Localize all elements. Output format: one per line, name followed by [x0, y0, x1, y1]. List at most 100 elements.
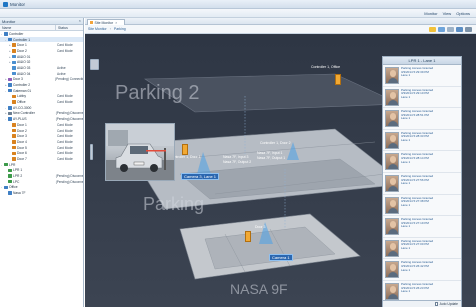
- tree-row-label: LPR 2: [13, 174, 23, 179]
- tree-row-name: - Controller 1: [0, 38, 56, 42]
- tree-row-label: Gateman 01: [13, 88, 32, 93]
- tree-row-status: Active: [57, 71, 66, 76]
- fullscreen-icon[interactable]: [456, 27, 463, 32]
- menu-view[interactable]: View: [443, 11, 452, 16]
- tree-row-status: Card Mode: [57, 139, 73, 144]
- tree-row-name: Office: [0, 100, 56, 104]
- lpr-event-line3: Lane 1: [401, 116, 411, 121]
- tree-row-name: Door 7: [0, 157, 56, 161]
- lpr-event-item[interactable]: Parking Access Granted 3/3/2014 5:29:39 P…: [383, 65, 461, 87]
- area-label-nasa-9f: NASA 9F: [230, 281, 288, 297]
- camera-label-1[interactable]: Camera 1: [269, 254, 293, 261]
- tree-row-status: Card Mode: [57, 122, 73, 127]
- panel-close-icon[interactable]: ×: [79, 18, 81, 23]
- tree-row-label: Nasa 7F: [13, 191, 26, 196]
- tree-row-label: Office: [9, 185, 18, 190]
- breadcrumb-site-monitor[interactable]: Site Monitor: [88, 27, 107, 31]
- tree-row-label: AI&IO 03: [17, 65, 31, 70]
- device-tree: - Controller - Controller 1 + Door 1 Card Mode…: [0, 31, 83, 196]
- tree-row-name: Nasa 7F: [0, 191, 56, 195]
- lpr-event-item[interactable]: Parking Access Granted 3/3/2014 5:29:10 P…: [383, 87, 461, 109]
- menu-options[interactable]: Options: [456, 11, 470, 16]
- office-door-icon[interactable]: [335, 74, 341, 85]
- tree-row-name: LPR 1: [0, 168, 56, 172]
- lpr-event-line3: Lane 1: [401, 73, 411, 78]
- device-icon: [12, 140, 16, 144]
- tree-row-name: Door 2: [0, 129, 56, 133]
- column-status[interactable]: Status: [56, 25, 68, 30]
- tree-row-status: (Pending) Disconne: [55, 117, 83, 122]
- lpr-event-text: Parking Access Granted 3/3/2014 5:26:23 P…: [401, 282, 433, 294]
- tree-row-label: Controller 2: [13, 83, 31, 88]
- device-icon: [12, 134, 16, 138]
- lpr-event-item[interactable]: Parking Access Granted 3/3/2014 5:27:56 P…: [383, 173, 461, 195]
- device-icon: [12, 49, 16, 53]
- auto-update-checkbox[interactable]: [434, 302, 439, 306]
- menu-monitor[interactable]: Monitor: [424, 11, 437, 16]
- device-icon: [12, 60, 16, 65]
- driver-photo: [385, 196, 399, 214]
- lpr-event-item[interactable]: Parking Access Granted 3/3/2014 5:27:19 P…: [383, 216, 461, 238]
- zoom-slider[interactable]: [90, 144, 93, 160]
- lpr-event-item[interactable]: Parking Access Granted 3/3/2014 5:28:51 P…: [383, 108, 461, 130]
- tab-label: Site Monitor: [94, 20, 114, 25]
- label-output-2: Nasa 7F, Output 2: [223, 160, 252, 164]
- tree-row-label: LPR 1: [13, 168, 23, 173]
- lpr-event-line3: Lane 1: [401, 202, 411, 207]
- lpr-event-line3: Lane 1: [401, 245, 411, 250]
- lpr-event-text: Parking Access Granted 3/3/2014 5:29:39 P…: [401, 66, 433, 78]
- tree-row-name: Lobby: [0, 94, 56, 98]
- device-icon: [12, 123, 16, 127]
- map-canvas[interactable]: Parking 2 Parking NASA 9F Controller 1, …: [85, 34, 476, 307]
- tab-bar: Site Monitor ×: [85, 18, 476, 25]
- title-bar: Monitor: [0, 0, 476, 9]
- lpr-event-line3: Lane 1: [401, 224, 411, 229]
- lpr-event-item[interactable]: Parking Access Granted 3/3/2014 5:28:33 P…: [383, 130, 461, 152]
- tree-row-status: Card Mode: [57, 100, 73, 105]
- lpr-event-text: Parking Access Granted 3/3/2014 5:28:14 P…: [401, 153, 433, 164]
- tree-row-status: Card Mode: [57, 151, 73, 156]
- tree-row-name: LPC: [0, 180, 55, 184]
- device-icon: [12, 128, 16, 133]
- lpr-event-line3: Lane 1: [401, 267, 411, 272]
- camera-label-lane-1[interactable]: Camera 3, Lane 1: [181, 173, 220, 180]
- tree-row-label: Lobby: [17, 94, 26, 99]
- tree-row[interactable]: Nasa 7F: [0, 190, 83, 196]
- device-icon: [8, 117, 12, 121]
- pan-button[interactable]: [90, 59, 99, 70]
- device-tree-panel: Monitor × Name Status - Controller - Contro…: [0, 18, 84, 307]
- lpr-event-item[interactable]: Parking Access Granted 3/3/2014 5:27:38 P…: [383, 195, 461, 217]
- tree-row-label: Door 3: [13, 77, 23, 82]
- label-input-3: Nasa 7F, Input 3: [223, 155, 249, 159]
- layout-icon[interactable]: [438, 27, 445, 32]
- column-name[interactable]: Name: [0, 25, 56, 30]
- device-icon: [4, 185, 8, 190]
- lpr-event-line3: Lane 1: [401, 289, 411, 294]
- device-icon: [8, 191, 12, 195]
- device-icon: [12, 71, 16, 76]
- device-icon: [8, 88, 12, 93]
- door-1-icon[interactable]: [182, 144, 188, 155]
- settings-icon[interactable]: [465, 27, 472, 32]
- tree-row-name: - AY-CO-3000: [0, 106, 56, 110]
- device-icon: [12, 94, 16, 99]
- driver-photo: [385, 153, 399, 171]
- camera-video-feed[interactable]: [105, 123, 175, 181]
- label-office: Controller 1, Office: [311, 65, 341, 69]
- tree-row-label: LPC: [13, 179, 20, 184]
- label-input-1: Nasa 7F, Input 1: [257, 151, 283, 155]
- panel-title: Monitor: [2, 18, 16, 24]
- lpr-event-item[interactable]: Parking Access Granted 3/3/2014 5:28:14 P…: [383, 151, 461, 173]
- breadcrumb-parking[interactable]: Parking: [114, 27, 126, 31]
- tree-row-name: AI&IO 04: [0, 72, 56, 76]
- driver-photo: [385, 261, 399, 279]
- tree-row-label: Door 1: [17, 43, 27, 48]
- tree-row-name: - LPR: [0, 163, 56, 167]
- tab-close-icon[interactable]: ×: [115, 21, 117, 25]
- lpr-event-list: Parking Access Granted 3/3/2014 5:29:39 P…: [383, 65, 461, 303]
- lpr-event-item[interactable]: Parking Access Granted 3/3/2014 5:26:42 P…: [383, 259, 461, 281]
- edit-icon[interactable]: [429, 27, 436, 32]
- door-3-icon[interactable]: [245, 231, 251, 242]
- lpr-event-item[interactable]: Parking Access Granted 3/3/2014 5:27:00 P…: [383, 238, 461, 260]
- grid-icon[interactable]: [447, 27, 454, 32]
